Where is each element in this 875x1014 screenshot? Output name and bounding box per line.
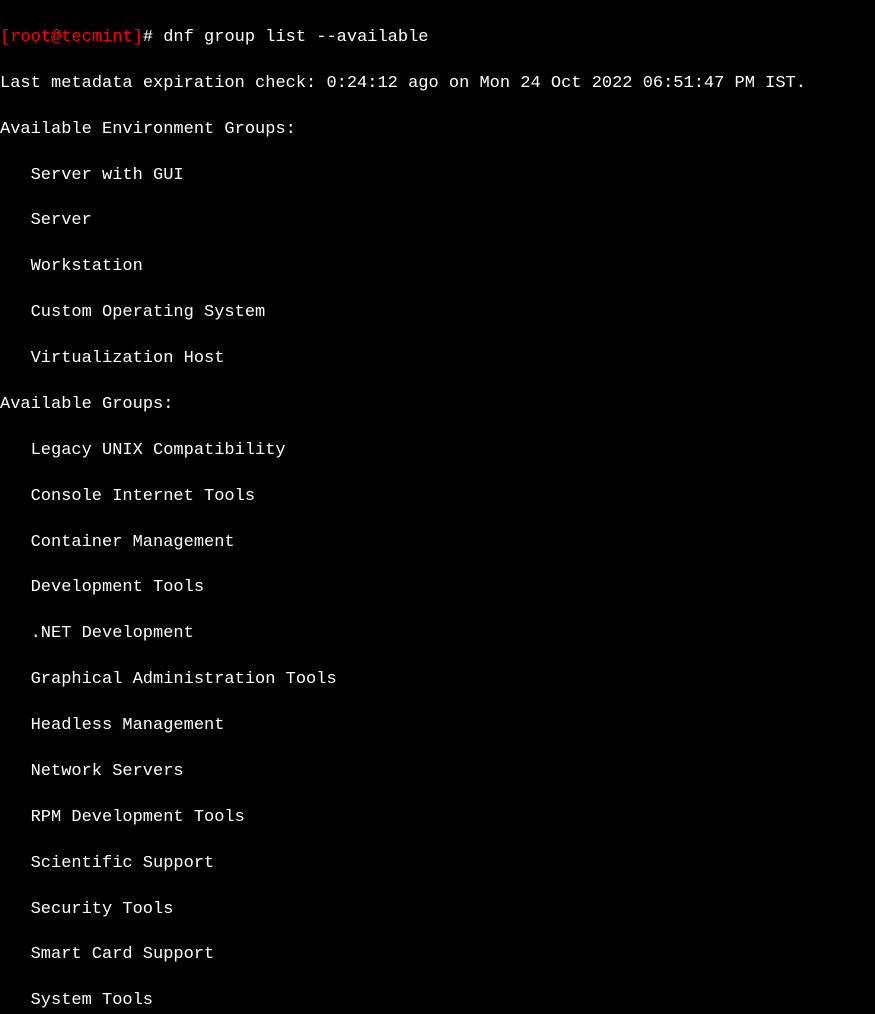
prompt-user-host: root@tecmint — [10, 28, 132, 47]
prompt-open-bracket: [ — [0, 28, 10, 47]
avail-group-item: Legacy UNIX Compatibility — [0, 440, 875, 463]
avail-group-item: Security Tools — [0, 899, 875, 922]
avail-group-item: RPM Development Tools — [0, 807, 875, 830]
avail-group-item: Network Servers — [0, 761, 875, 784]
terminal-output[interactable]: [root@tecmint]# dnf group list --availab… — [0, 4, 875, 1014]
env-group-item: Server — [0, 210, 875, 233]
prompt-hash: # — [143, 28, 153, 47]
metadata-line: Last metadata expiration check: 0:24:12 … — [0, 73, 875, 96]
prompt-line: [root@tecmint]# dnf group list --availab… — [0, 27, 875, 50]
avail-group-item: Headless Management — [0, 715, 875, 738]
env-group-item: Server with GUI — [0, 165, 875, 188]
avail-group-item: Smart Card Support — [0, 944, 875, 967]
avail-group-item: Graphical Administration Tools — [0, 669, 875, 692]
command-text: dnf group list --available — [163, 28, 428, 47]
env-group-item: Virtualization Host — [0, 348, 875, 371]
avail-group-item: .NET Development — [0, 623, 875, 646]
avail-group-item: Console Internet Tools — [0, 486, 875, 509]
avail-group-item: Container Management — [0, 532, 875, 555]
env-group-item: Workstation — [0, 256, 875, 279]
avail-group-item: Scientific Support — [0, 853, 875, 876]
avail-groups-header: Available Groups: — [0, 394, 875, 417]
env-groups-header: Available Environment Groups: — [0, 119, 875, 142]
avail-group-item: Development Tools — [0, 577, 875, 600]
env-group-item: Custom Operating System — [0, 302, 875, 325]
avail-group-item: System Tools — [0, 990, 875, 1013]
prompt-close-bracket: ] — [133, 28, 143, 47]
